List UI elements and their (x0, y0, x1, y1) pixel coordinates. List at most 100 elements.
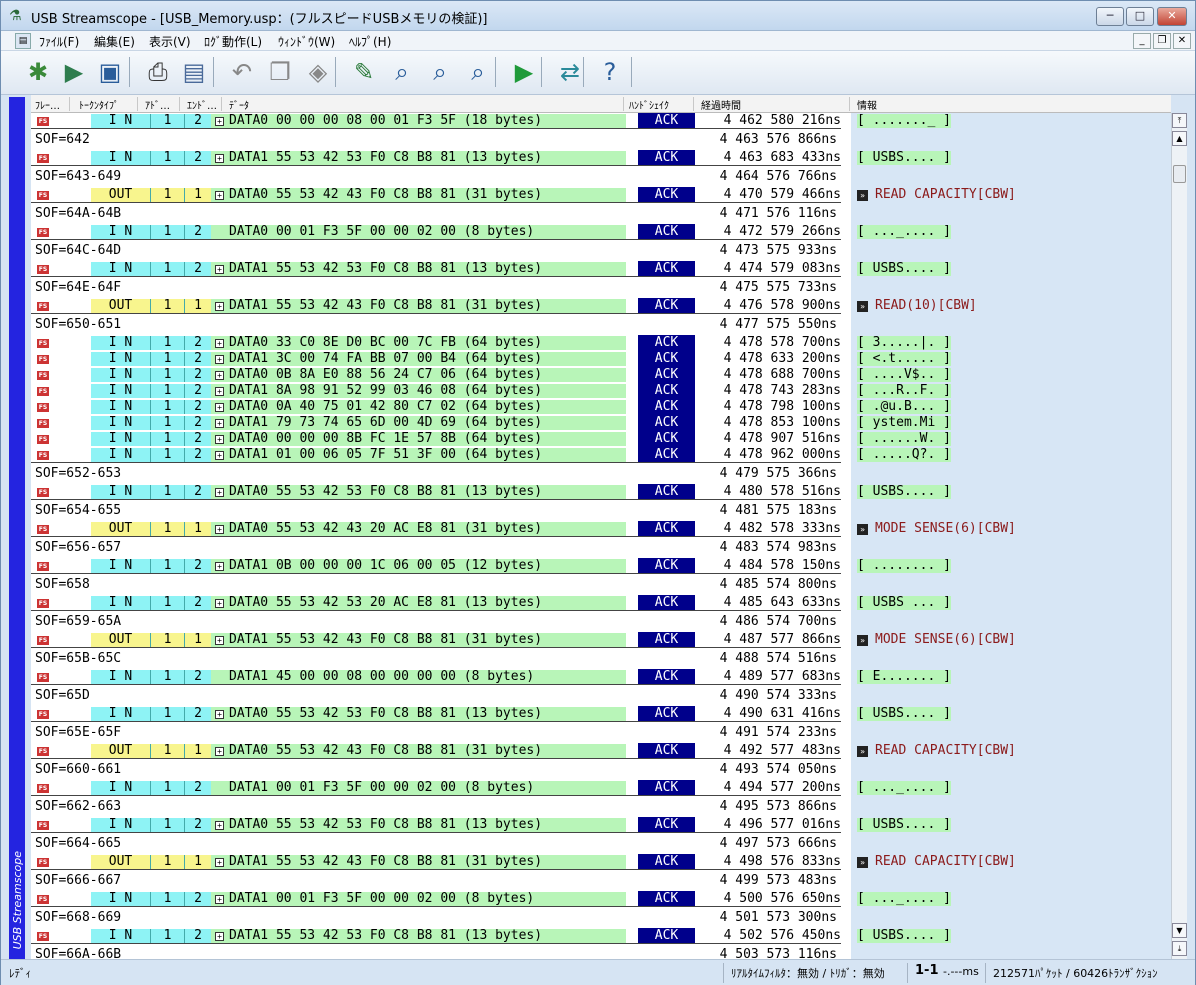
paste-icon[interactable]: ◈ (301, 55, 335, 89)
packet-list[interactable]: ﾌﾚｰ… ﾄｰｸﾝﾀｲﾌﾟ ｱﾄﾞ… ｴﾝﾄﾞ… ﾃﾞｰﾀ ﾊﾝﾄﾞｼｪｲｸ 経… (31, 95, 1171, 959)
expand-plus-icon[interactable]: + (215, 339, 224, 348)
undo-icon[interactable]: ↶ (225, 55, 259, 89)
sof-row[interactable]: SOF=64E-64F 4 475 575 733ns (31, 280, 1171, 296)
expand-plus-icon[interactable]: + (215, 932, 224, 941)
transaction-row[interactable]: FS I N 1 2 + DATA0 00 00 00 8B FC 1E 57 8B (6… (31, 431, 1171, 447)
menu-edit[interactable]: 編集(E) (94, 33, 135, 50)
sof-row[interactable]: SOF=664-665 4 497 573 666ns (31, 836, 1171, 852)
expand-plus-icon[interactable]: + (215, 154, 224, 163)
new-capture-icon[interactable]: ✱ (21, 55, 55, 89)
col-address[interactable]: ｱﾄﾞ… (145, 97, 170, 112)
expand-arrow-icon[interactable]: » (857, 746, 868, 757)
sof-row[interactable]: SOF=652-653 4 479 575 366ns (31, 466, 1171, 482)
menu-file[interactable]: ﾌｧｲﾙ(F) (39, 33, 79, 50)
transaction-row[interactable]: FS I N 1 2 DATA1 00 01 F3 5F 00 00 02 00 (8 … (31, 780, 1171, 796)
search-icon[interactable]: ⌕ (385, 55, 419, 89)
close-button[interactable]: ✕ (1157, 7, 1187, 26)
transaction-row[interactable]: FS I N 1 2 + DATA1 8A 98 91 52 99 03 46 08 (6… (31, 383, 1171, 399)
expand-plus-icon[interactable]: + (215, 599, 224, 608)
document-icon[interactable]: ▤ (15, 33, 31, 49)
search-prev-icon[interactable]: ⌕ (461, 55, 495, 89)
sof-row[interactable]: SOF=66A-66B 4 503 573 116ns (31, 947, 1171, 959)
sof-row[interactable]: SOF=658 4 485 574 800ns (31, 577, 1171, 593)
mdi-minimize-icon[interactable]: _ (1133, 33, 1151, 49)
col-frame[interactable]: ﾌﾚｰ… (35, 97, 60, 112)
search-next-icon[interactable]: ⌕ (423, 55, 457, 89)
expand-arrow-icon[interactable]: » (857, 635, 868, 646)
col-info[interactable]: 情報 (857, 97, 877, 112)
transaction-row[interactable]: FS I N 1 2 DATA1 45 00 00 08 00 00 00 00 (8 … (31, 669, 1171, 685)
sof-row[interactable]: SOF=65D 4 490 574 333ns (31, 688, 1171, 704)
copy-icon[interactable]: ❐ (263, 55, 297, 89)
scroll-bottom-icon[interactable]: ⤓ (1172, 941, 1187, 956)
expand-plus-icon[interactable]: + (215, 451, 224, 460)
expand-arrow-icon[interactable]: » (857, 301, 868, 312)
sof-row[interactable]: SOF=656-657 4 483 574 983ns (31, 540, 1171, 556)
sof-row[interactable]: SOF=650-651 4 477 575 550ns (31, 317, 1171, 333)
sof-row[interactable]: SOF=662-663 4 495 573 866ns (31, 799, 1171, 815)
transaction-row[interactable]: FS OUT 1 1 + DATA0 55 53 42 43 F0 C8 B8 81 (3… (31, 187, 1171, 203)
connect-icon[interactable]: ⇄ (553, 55, 587, 89)
transaction-row[interactable]: FS I N 1 2 + DATA1 0B 00 00 00 1C 06 00 05 (1… (31, 558, 1171, 574)
expand-plus-icon[interactable]: + (215, 265, 224, 274)
sof-row[interactable]: SOF=666-667 4 499 573 483ns (31, 873, 1171, 889)
expand-plus-icon[interactable]: + (215, 371, 224, 380)
transaction-row[interactable]: FS I N 1 2 + DATA1 55 53 42 53 F0 C8 B8 81 (1… (31, 150, 1171, 166)
expand-plus-icon[interactable]: + (215, 355, 224, 364)
help-icon[interactable]: ? (593, 55, 627, 89)
sof-row[interactable]: SOF=65B-65C 4 488 574 516ns (31, 651, 1171, 667)
sof-row[interactable]: SOF=660-661 4 493 574 050ns (31, 762, 1171, 778)
sof-row[interactable]: SOF=64C-64D 4 473 575 933ns (31, 243, 1171, 259)
expand-plus-icon[interactable]: + (215, 562, 224, 571)
transaction-row[interactable]: FS I N 1 2 + DATA1 3C 00 74 FA BB 07 00 B4 (6… (31, 351, 1171, 367)
transaction-row[interactable]: FS I N 1 2 + DATA1 79 73 74 65 6D 00 4D 69 (6… (31, 415, 1171, 431)
col-elapsed-time[interactable]: 経過時間 (701, 97, 741, 112)
menu-help[interactable]: ﾍﾙﾌﾟ(H) (349, 33, 391, 50)
transaction-row[interactable]: FS I N 1 2 + DATA0 55 53 42 53 F0 C8 B8 81 (1… (31, 817, 1171, 833)
menu-window[interactable]: ｳｨﾝﾄﾞｳ(W) (278, 33, 335, 50)
expand-arrow-icon[interactable]: » (857, 857, 868, 868)
minimize-button[interactable]: ─ (1096, 7, 1124, 26)
scroll-up-icon[interactable]: ▲ (1172, 131, 1187, 146)
transaction-row[interactable]: FS I N 1 2 + DATA0 55 53 42 53 20 AC E8 81 (1… (31, 595, 1171, 611)
edit-icon[interactable]: ✎ (347, 55, 381, 89)
expand-arrow-icon[interactable]: » (857, 190, 868, 201)
scroll-thumb[interactable] (1173, 165, 1186, 183)
col-data[interactable]: ﾃﾞｰﾀ (229, 97, 249, 112)
sof-row[interactable]: SOF=643-649 4 464 576 766ns (31, 169, 1171, 185)
sof-row[interactable]: SOF=668-669 4 501 573 300ns (31, 910, 1171, 926)
expand-plus-icon[interactable]: + (215, 435, 224, 444)
print-icon[interactable]: ⎙ (141, 55, 175, 89)
col-endpoint[interactable]: ｴﾝﾄﾞ… (187, 97, 217, 112)
transaction-row[interactable]: FS I N 1 2 + DATA1 00 01 F3 5F 00 00 02 00 (8… (31, 891, 1171, 907)
transaction-row[interactable]: FS OUT 1 1 + DATA1 55 53 42 43 F0 C8 B8 81 (3… (31, 298, 1171, 314)
transaction-row[interactable]: FS I N 1 2 + DATA0 00 00 00 08 00 01 F3 5F (1… (31, 113, 1171, 129)
expand-plus-icon[interactable]: + (215, 403, 224, 412)
vertical-scrollbar[interactable]: ⤒ ▲ ▼ ⤓ (1171, 113, 1187, 959)
transaction-row[interactable]: FS I N 1 2 + DATA0 55 53 42 53 F0 C8 B8 81 (1… (31, 706, 1171, 722)
sof-row[interactable]: SOF=654-655 4 481 575 183ns (31, 503, 1171, 519)
transaction-row[interactable]: FS I N 1 2 + DATA0 55 53 42 53 F0 C8 B8 81 (1… (31, 484, 1171, 500)
transaction-row[interactable]: FS I N 1 2 + DATA0 0A 40 75 01 42 80 C7 02 (6… (31, 399, 1171, 415)
sof-row[interactable]: SOF=65E-65F 4 491 574 233ns (31, 725, 1171, 741)
expand-plus-icon[interactable]: + (215, 191, 224, 200)
col-handshake[interactable]: ﾊﾝﾄﾞｼｪｲｸ (629, 97, 669, 112)
expand-plus-icon[interactable]: + (215, 895, 224, 904)
transaction-row[interactable]: FS I N 1 2 + DATA0 0B 8A E0 88 56 24 C7 06 (6… (31, 367, 1171, 383)
transaction-row[interactable]: FS I N 1 2 + DATA1 01 00 06 05 7F 51 3F 00 (6… (31, 447, 1171, 463)
sof-row[interactable]: SOF=659-65A 4 486 574 700ns (31, 614, 1171, 630)
expand-arrow-icon[interactable]: » (857, 524, 868, 535)
expand-plus-icon[interactable]: + (215, 710, 224, 719)
expand-plus-icon[interactable]: + (215, 636, 224, 645)
maximize-button[interactable]: □ (1126, 7, 1154, 26)
expand-plus-icon[interactable]: + (215, 302, 224, 311)
expand-plus-icon[interactable]: + (215, 419, 224, 428)
mdi-restore-icon[interactable]: ❐ (1153, 33, 1171, 49)
scroll-top-icon[interactable]: ⤒ (1172, 113, 1187, 128)
scroll-down-icon[interactable]: ▼ (1172, 923, 1187, 938)
transaction-row[interactable]: FS OUT 1 1 + DATA1 55 53 42 43 F0 C8 B8 81 (3… (31, 632, 1171, 648)
expand-plus-icon[interactable]: + (215, 858, 224, 867)
transaction-row[interactable]: FS I N 1 2 DATA0 00 01 F3 5F 00 00 02 00 (8 … (31, 224, 1171, 240)
menu-view[interactable]: 表示(V) (149, 33, 191, 50)
transaction-row[interactable]: FS I N 1 2 + DATA1 55 53 42 53 F0 C8 B8 81 (1… (31, 261, 1171, 277)
